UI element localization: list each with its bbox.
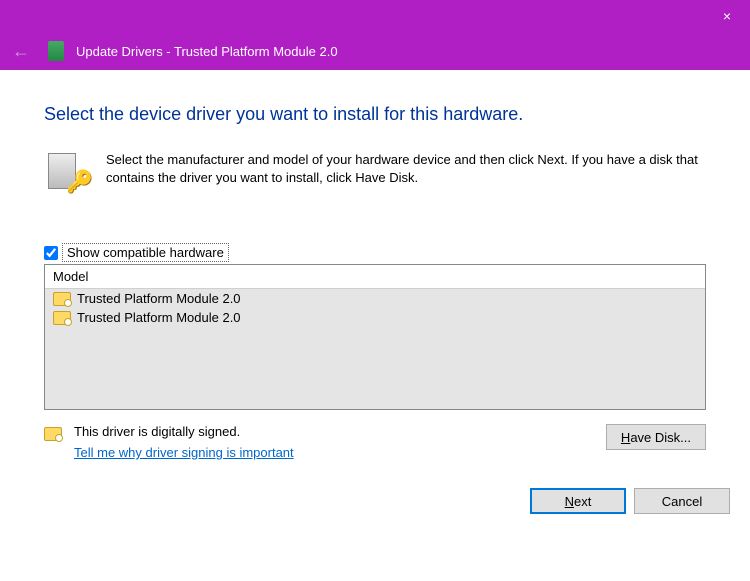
compatible-hardware-checkbox[interactable] bbox=[44, 246, 58, 260]
breadcrumb-title: Update Drivers - Trusted Platform Module… bbox=[76, 44, 338, 59]
model-name: Trusted Platform Module 2.0 bbox=[77, 291, 241, 306]
model-row[interactable]: Trusted Platform Module 2.0 bbox=[45, 289, 705, 308]
cancel-button[interactable]: Cancel bbox=[634, 488, 730, 514]
hardware-key-icon: 🔑 bbox=[44, 151, 86, 193]
model-row[interactable]: Trusted Platform Module 2.0 bbox=[45, 308, 705, 327]
have-disk-button[interactable]: Have Disk... bbox=[606, 424, 706, 450]
breadcrumb-bar: ← Update Drivers - Trusted Platform Modu… bbox=[0, 32, 750, 70]
signed-row: This driver is digitally signed. Tell me… bbox=[44, 424, 706, 460]
compatible-hardware-checkbox-row[interactable]: Show compatible hardware bbox=[44, 243, 706, 262]
titlebar: × bbox=[0, 0, 750, 32]
instruction-row: 🔑 Select the manufacturer and model of y… bbox=[44, 151, 706, 193]
instruction-text: Select the manufacturer and model of you… bbox=[106, 151, 706, 193]
close-button[interactable]: × bbox=[704, 0, 750, 32]
model-table: Model Trusted Platform Module 2.0 Truste… bbox=[44, 264, 706, 410]
content-area: Select the device driver you want to ins… bbox=[0, 70, 750, 476]
compatible-hardware-label: Show compatible hardware bbox=[62, 243, 229, 262]
certificate-icon bbox=[44, 427, 62, 441]
model-column-header[interactable]: Model bbox=[45, 265, 705, 289]
model-name: Trusted Platform Module 2.0 bbox=[77, 310, 241, 325]
dialog-footer: Next Cancel bbox=[0, 476, 750, 530]
close-icon: × bbox=[723, 8, 731, 24]
tpm-chip-icon bbox=[48, 41, 64, 61]
signed-status-text: This driver is digitally signed. bbox=[74, 424, 294, 439]
certificate-icon bbox=[53, 292, 71, 306]
back-arrow-icon: ← bbox=[12, 41, 36, 62]
certificate-icon bbox=[53, 311, 71, 325]
driver-signing-link[interactable]: Tell me why driver signing is important bbox=[74, 445, 294, 460]
next-button[interactable]: Next bbox=[530, 488, 626, 514]
page-heading: Select the device driver you want to ins… bbox=[44, 104, 706, 125]
